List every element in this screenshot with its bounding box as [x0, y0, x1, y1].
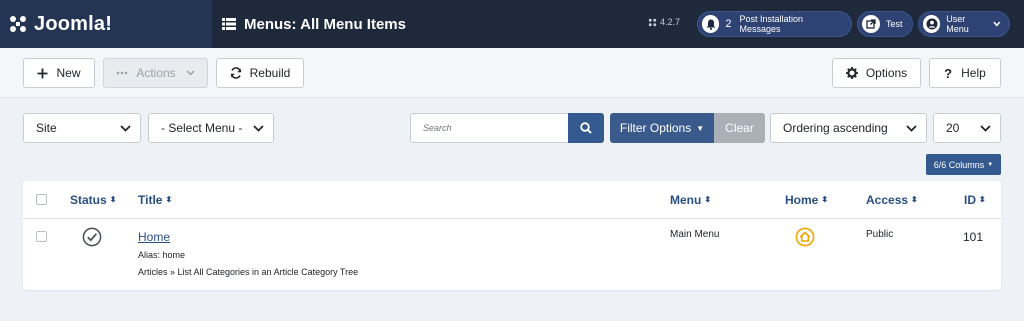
actions-dropdown[interactable]: Actions: [103, 58, 208, 88]
alias-value: home: [162, 250, 186, 260]
column-header-menu[interactable]: Menu ⬍: [670, 193, 711, 207]
column-header-status[interactable]: Status ⬍: [70, 193, 116, 207]
column-header-id[interactable]: ID ⬍: [964, 193, 986, 207]
ordering-select[interactable]: Ordering ascending: [770, 113, 927, 143]
refresh-icon: [230, 67, 241, 79]
table-header: Status ⬍ Title ⬍ Menu ⬍ Home ⬍ Access ⬍ …: [23, 181, 1001, 219]
sort-icon: ⬍: [704, 195, 712, 204]
user-menu-button[interactable]: User Menu: [918, 11, 1010, 37]
title-header-label: Title: [138, 193, 163, 207]
chevron-down-icon: [110, 114, 140, 142]
list-icon: [222, 18, 236, 30]
question-icon: ?: [944, 65, 953, 81]
menu-select-value: - Select Menu -: [161, 121, 243, 135]
menu-cell: Main Menu: [670, 229, 720, 240]
post-installation-messages-button[interactable]: 2 Post Installation Messages: [697, 11, 852, 37]
search-icon: [580, 122, 592, 134]
select-all-checkbox[interactable]: [36, 194, 47, 205]
row-checkbox[interactable]: [36, 231, 47, 242]
menu-items-table: Status ⬍ Title ⬍ Menu ⬍ Home ⬍ Access ⬍ …: [23, 181, 1001, 290]
page-title: Menus: All Menu Items: [244, 15, 406, 33]
page-title-block: Menus: All Menu Items: [222, 0, 406, 48]
ordering-select-value: Ordering ascending: [783, 121, 888, 135]
help-button[interactable]: ? Help: [929, 58, 1001, 88]
gear-icon: [845, 67, 858, 79]
chevron-down-icon: [243, 114, 273, 142]
actions-label: Actions: [136, 66, 176, 80]
access-header-label: Access: [866, 193, 909, 207]
home-header-label: Home: [785, 193, 819, 207]
caret-down-icon: ▼: [696, 123, 705, 133]
caret-down-icon: ▼: [987, 161, 994, 168]
brand-name: Joomla!: [34, 12, 113, 35]
menu-header-label: Menu: [670, 193, 702, 207]
sort-icon: ⬍: [979, 195, 986, 204]
notification-count: 2: [725, 18, 732, 30]
rebuild-button[interactable]: Rebuild: [216, 58, 304, 88]
home-icon[interactable]: [795, 227, 815, 247]
sort-icon: ⬍: [821, 195, 829, 204]
ellipsis-icon: [117, 71, 128, 75]
chevron-down-icon: [896, 114, 926, 142]
joomla-logo-icon: [10, 16, 26, 32]
sort-icon: ⬍: [165, 195, 173, 204]
sort-icon: ⬍: [109, 195, 117, 204]
access-cell: Public: [866, 229, 894, 240]
search-input[interactable]: [410, 113, 568, 143]
version-text: 4.2.7: [660, 17, 681, 27]
status-header-label: Status: [70, 193, 107, 207]
external-link-icon: [862, 15, 880, 33]
id-cell: 101: [963, 230, 984, 244]
new-label: New: [56, 66, 81, 80]
user-menu-label: User Menu: [946, 14, 969, 34]
chevron-down-icon: [993, 21, 1001, 27]
item-title-link[interactable]: Home: [138, 230, 170, 244]
filter-options-label: Filter Options: [619, 121, 692, 135]
item-type: Articles » List All Categories in an Art…: [138, 267, 359, 277]
clear-button[interactable]: Clear: [714, 113, 765, 143]
published-check-icon[interactable]: [82, 227, 102, 247]
joomla-mini-icon: [648, 18, 657, 26]
brand-logo[interactable]: Joomla!: [0, 0, 212, 48]
clear-label: Clear: [725, 121, 754, 135]
columns-toggle-button[interactable]: 6/6 Columns ▼: [926, 154, 1001, 175]
id-header-label: ID: [964, 193, 976, 207]
alias-label: Alias:: [138, 250, 161, 260]
list-limit-select[interactable]: 20: [933, 113, 1001, 143]
column-header-title[interactable]: Title ⬍: [138, 193, 172, 207]
list-limit-value: 20: [946, 121, 960, 135]
test-label: Test: [886, 19, 903, 29]
bell-icon: [702, 15, 720, 33]
columns-label: 6/6 Columns: [933, 159, 985, 170]
help-label: Help: [961, 66, 986, 80]
filter-options-button[interactable]: Filter Options ▼: [610, 113, 714, 143]
user-icon: [923, 15, 941, 33]
toolbar: New Actions Rebuild Options ? Help: [0, 48, 1024, 98]
notification-label: Post Installation Messages: [739, 14, 804, 34]
version-badge: 4.2.7: [648, 17, 680, 27]
sort-icon: ⬍: [911, 195, 918, 204]
search-button[interactable]: [568, 113, 604, 143]
options-label: Options: [865, 66, 908, 80]
menu-select[interactable]: - Select Menu -: [148, 113, 274, 143]
rebuild-label: Rebuild: [249, 66, 291, 80]
chevron-down-icon: [970, 114, 1000, 142]
test-site-link[interactable]: Test: [857, 11, 913, 37]
plus-icon: [37, 68, 48, 78]
column-header-home[interactable]: Home ⬍: [785, 193, 828, 207]
item-alias: Alias: home: [138, 250, 185, 260]
new-button[interactable]: New: [23, 58, 95, 88]
app-header: Joomla! Menus: All Menu Items 4.2.7 2 Po…: [0, 0, 1024, 48]
site-select-value: Site: [36, 121, 57, 135]
chevron-down-icon: [186, 70, 195, 76]
column-header-access[interactable]: Access ⬍: [866, 193, 918, 207]
options-button[interactable]: Options: [832, 58, 921, 88]
site-select[interactable]: Site: [23, 113, 141, 143]
